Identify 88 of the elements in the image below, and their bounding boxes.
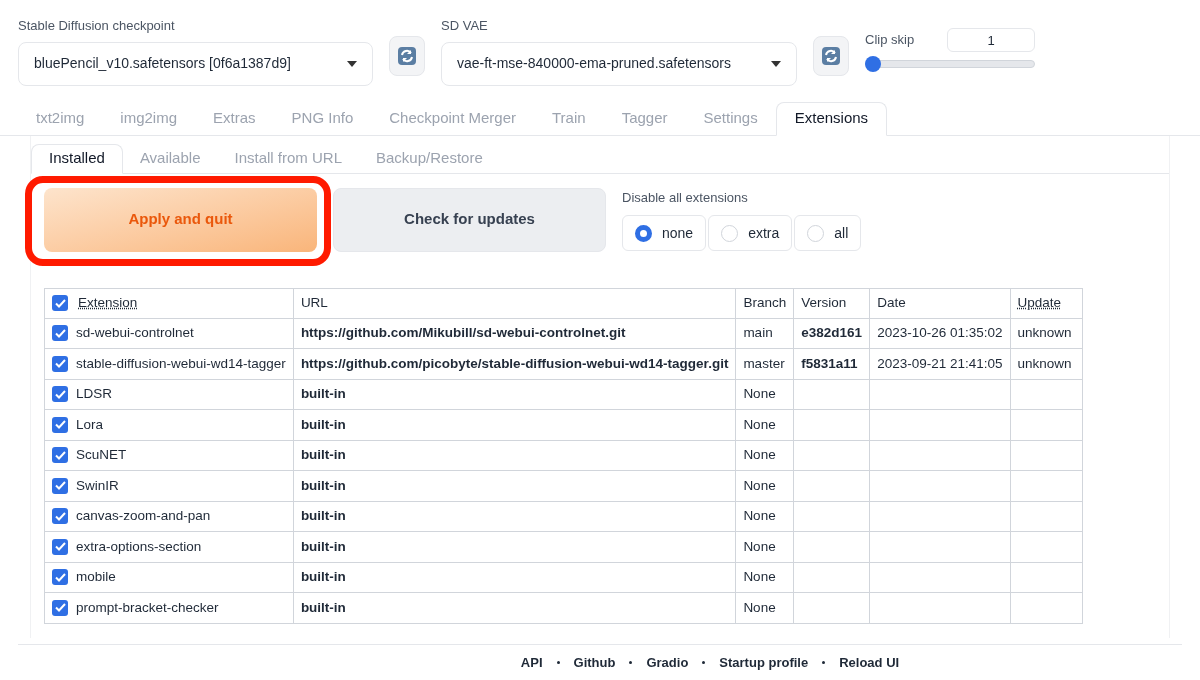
table-cell: main xyxy=(735,318,794,349)
refresh-icon xyxy=(821,46,841,66)
table-cell: master xyxy=(735,348,794,379)
caret-icon xyxy=(347,60,357,67)
sub-tab[interactable]: Installed xyxy=(31,143,123,174)
table-cell: 2023-09-21 21:41:05 xyxy=(869,348,1010,379)
table-cell: f5831a11 xyxy=(793,348,870,379)
header-text: Extension xyxy=(78,293,138,312)
refresh-button[interactable] xyxy=(813,36,849,76)
footer-link[interactable]: Github xyxy=(573,652,616,672)
column-header: Date xyxy=(869,288,1010,318)
field-label: SD VAE xyxy=(441,17,489,35)
table-cell: https://github.com/Mikubill/sd-webui-controlnet.git xyxy=(293,318,736,349)
extension-name: prompt-bracket-checker xyxy=(76,598,219,617)
checkbox[interactable] xyxy=(52,599,68,616)
extension-name: LDSR xyxy=(76,385,112,404)
table-cell: built-in xyxy=(293,501,736,532)
number-field[interactable]: 1 xyxy=(947,28,1035,52)
table-cell: built-in xyxy=(293,562,736,593)
radio-option[interactable]: none xyxy=(622,215,707,251)
table-cell xyxy=(1010,592,1082,623)
checkbox[interactable] xyxy=(52,447,68,464)
column-header: Version xyxy=(793,288,870,318)
table-cell xyxy=(1010,409,1082,440)
column-header: Branch xyxy=(735,288,794,318)
table-cell: unknown xyxy=(1010,348,1082,379)
table-cell: None xyxy=(735,562,794,593)
table-cell: None xyxy=(735,501,794,532)
footer-link[interactable]: Gradio xyxy=(646,652,689,672)
table-cell xyxy=(1010,440,1082,471)
radio-option[interactable]: all xyxy=(794,215,862,251)
caret-icon xyxy=(771,60,781,67)
column-header: URL xyxy=(293,288,736,318)
table-cell xyxy=(1010,562,1082,593)
table-cell: None xyxy=(735,440,794,471)
field-label: Stable Diffusion checkpoint xyxy=(18,17,176,35)
radio-option[interactable]: extra xyxy=(708,215,793,251)
slider[interactable] xyxy=(865,56,1035,72)
checkbox[interactable] xyxy=(52,355,68,372)
extension-name: ScuNET xyxy=(76,446,127,465)
checkbox[interactable] xyxy=(52,416,68,433)
table-cell: None xyxy=(735,592,794,623)
extension-name: mobile xyxy=(76,568,116,587)
extension-name: Lora xyxy=(76,415,104,434)
radio-button[interactable] xyxy=(635,224,652,242)
table-cell: built-in xyxy=(293,531,736,562)
footer-link[interactable]: Reload UI xyxy=(839,652,900,672)
checkbox[interactable] xyxy=(52,325,68,342)
table-cell xyxy=(1010,470,1082,501)
table-cell: https://github.com/picobyte/stable-diffusion-webui-wd14-tagger.git xyxy=(293,348,736,379)
table-cell: None xyxy=(735,531,794,562)
checkbox[interactable] xyxy=(52,538,68,555)
checkbox[interactable] xyxy=(52,386,68,403)
checkbox[interactable] xyxy=(52,508,68,525)
table-cell: 2023-10-26 01:35:02 xyxy=(869,318,1010,349)
column-header: Update xyxy=(1010,288,1082,318)
checkbox[interactable] xyxy=(52,477,68,494)
footer-link[interactable]: Startup profile xyxy=(719,652,809,672)
extension-name: SwinIR xyxy=(76,476,119,495)
table-cell: built-in xyxy=(293,379,736,410)
checkpoint-dropdown[interactable]: bluePencil_v10.safetensors [0f6a1387d9] xyxy=(18,41,373,86)
table-cell xyxy=(1010,501,1082,532)
table-cell: None xyxy=(735,409,794,440)
table-cell: built-in xyxy=(293,409,736,440)
table-cell: built-in xyxy=(293,470,736,501)
refresh-icon xyxy=(397,46,417,66)
checkbox[interactable] xyxy=(52,295,68,311)
extension-name: extra-options-section xyxy=(76,537,202,556)
table-cell: built-in xyxy=(293,592,736,623)
extension-name: canvas-zoom-and-pan xyxy=(76,507,211,526)
refresh-button[interactable] xyxy=(389,36,425,76)
table-cell: unknown xyxy=(1010,318,1082,349)
table-cell xyxy=(1010,531,1082,562)
table-cell: None xyxy=(735,379,794,410)
checkbox[interactable] xyxy=(52,569,68,586)
extension-name: sd-webui-controlnet xyxy=(76,324,194,343)
table-cell: built-in xyxy=(293,440,736,471)
tab[interactable]: Extensions xyxy=(775,101,888,136)
check-updates-button[interactable]: Check for updates xyxy=(333,187,606,252)
extension-name: stable-diffusion-webui-wd14-tagger xyxy=(76,354,286,373)
vae-dropdown[interactable]: vae-ft-mse-840000-ema-pruned.safetensors xyxy=(441,41,797,86)
table-cell: e382d161 xyxy=(793,318,870,349)
field-label: Clip skip xyxy=(865,31,915,50)
table-cell: None xyxy=(735,470,794,501)
slider-thumb[interactable] xyxy=(865,56,881,72)
group-label: Disable all extensions xyxy=(622,188,749,207)
table-cell xyxy=(1010,379,1082,410)
footer-link[interactable]: API xyxy=(520,652,543,672)
